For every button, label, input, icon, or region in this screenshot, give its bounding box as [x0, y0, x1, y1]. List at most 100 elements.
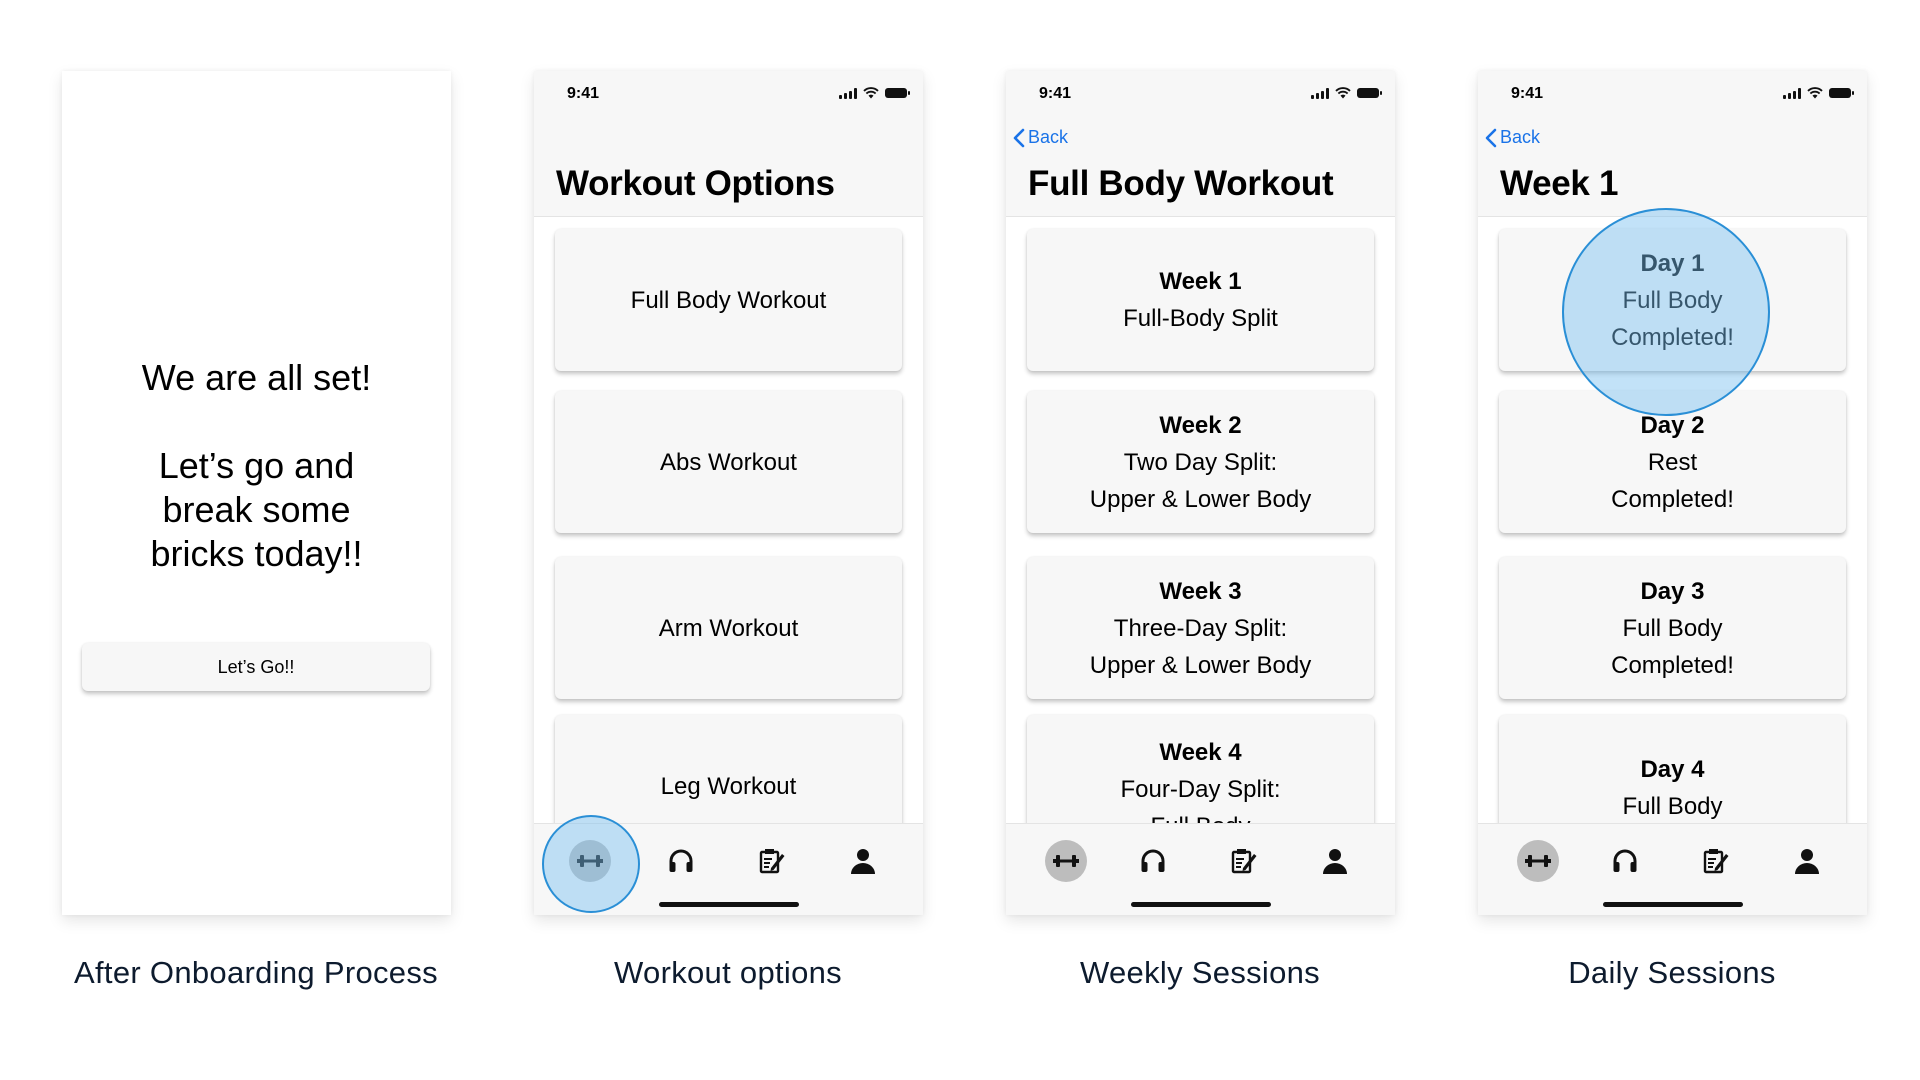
workout-list: Full Body Workout Abs Workout Arm Workou…: [534, 217, 923, 824]
tab-profile[interactable]: [1310, 836, 1360, 886]
week-card[interactable]: Week 2 Two Day Split: Upper & Lower Body: [1027, 391, 1374, 533]
dumbbell-icon: [577, 855, 603, 867]
tab-workouts[interactable]: [569, 840, 611, 882]
daily-sessions-screen: 9:41 Back Week 1 Day 1 Full Body Complet…: [1478, 71, 1867, 915]
week-card[interactable]: Week 4 Four-Day Split: Full Body: [1027, 715, 1374, 824]
page-title: Workout Options: [556, 164, 835, 203]
week-split-detail: Upper & Lower Body: [1089, 651, 1312, 679]
week-list: Week 1 Full-Body Split Week 2 Two Day Sp…: [1006, 217, 1395, 824]
tab-audio[interactable]: [656, 836, 706, 886]
workout-card-abs[interactable]: Abs Workout: [555, 391, 902, 533]
caption-weekly-sessions: Weekly Sessions: [1080, 955, 1320, 990]
week-split: Full-Body Split: [1123, 305, 1278, 332]
day-name: Day 4: [1640, 756, 1705, 783]
tab-bar: [1478, 823, 1867, 915]
battery-icon: [1357, 88, 1382, 98]
tab-log[interactable]: [1219, 836, 1269, 886]
back-button[interactable]: Back: [1013, 127, 1068, 148]
status-time: 9:41: [1039, 85, 1072, 102]
day-type: Full Body: [1622, 793, 1723, 820]
onboarding-line: bricks today!!: [150, 533, 363, 574]
week-card[interactable]: Week 3 Three-Day Split: Upper & Lower Bo…: [1027, 557, 1374, 699]
week-split-detail: Upper & Lower Body: [1089, 485, 1312, 513]
home-indicator: [1130, 902, 1271, 907]
tab-workouts[interactable]: [1517, 840, 1559, 882]
day-name: Day 2: [1640, 411, 1705, 439]
day-type: Rest: [1647, 448, 1698, 476]
week-split: Two Day Split:: [1123, 448, 1278, 476]
signal-icon: [1311, 87, 1329, 99]
week-name: Week 1: [1159, 268, 1242, 295]
day-card[interactable]: Day 1 Full Body Completed!: [1499, 229, 1846, 371]
status-time: 9:41: [1511, 85, 1544, 102]
wifi-icon: [1807, 87, 1823, 99]
tab-audio[interactable]: [1600, 836, 1650, 886]
home-indicator: [1602, 902, 1743, 907]
workout-options-screen: 9:41 Workout Options Full Body Workout A…: [534, 71, 923, 915]
lets-go-button[interactable]: Let’s Go!!: [82, 643, 430, 691]
headphones-icon: [1613, 849, 1637, 872]
tab-log[interactable]: [747, 836, 797, 886]
headphones-icon: [1141, 849, 1165, 872]
status-icons: [839, 87, 910, 99]
notepad-icon: [1703, 849, 1729, 874]
day-name: Day 3: [1640, 577, 1705, 605]
back-label: Back: [1028, 127, 1069, 147]
weekly-sessions-screen: 9:41 Back Full Body Workout Week 1 Full-…: [1006, 71, 1395, 915]
page-title: Full Body Workout: [1028, 164, 1334, 203]
day-status: Completed!: [1611, 485, 1734, 513]
chevron-left-icon: [1485, 128, 1497, 147]
workout-card-full-body[interactable]: Full Body Workout: [555, 229, 902, 371]
person-icon: [1795, 849, 1819, 874]
tab-bar: [534, 823, 923, 915]
workout-card-leg[interactable]: Leg Workout: [555, 715, 902, 824]
notepad-icon: [759, 849, 785, 874]
day-status: Completed!: [1611, 651, 1734, 679]
week-card[interactable]: Week 1 Full-Body Split: [1027, 229, 1374, 371]
onboarding-message: We are all set! Let’s go and break some …: [62, 356, 451, 576]
caption-workout-options: Workout options: [614, 955, 842, 990]
tab-bar: [1006, 823, 1395, 915]
week-name: Week 3: [1159, 577, 1242, 605]
tab-workouts[interactable]: [1045, 840, 1087, 882]
person-icon: [851, 849, 875, 874]
battery-icon: [885, 88, 910, 98]
day-type: Full Body: [1622, 614, 1723, 642]
onboarding-line: Let’s go and: [158, 445, 355, 486]
signal-icon: [1783, 87, 1801, 99]
workout-card-arm[interactable]: Arm Workout: [555, 557, 902, 699]
chevron-left-icon: [1013, 128, 1025, 147]
tab-audio[interactable]: [1128, 836, 1178, 886]
tab-profile[interactable]: [838, 836, 888, 886]
back-label: Back: [1500, 127, 1541, 147]
week-name: Week 4: [1159, 739, 1242, 766]
status-time: 9:41: [567, 85, 600, 102]
status-icons: [1311, 87, 1382, 99]
wifi-icon: [1335, 87, 1351, 99]
header: 9:41 Back Full Body Workout: [1006, 71, 1395, 217]
header: 9:41 Back Week 1: [1478, 71, 1867, 217]
day-type: Full Body: [1622, 286, 1723, 314]
home-indicator: [658, 902, 799, 907]
header: 9:41 Workout Options: [534, 71, 923, 217]
onboarding-line: break some: [162, 489, 351, 530]
day-status: Completed!: [1611, 323, 1734, 351]
wifi-icon: [863, 87, 879, 99]
day-name: Day 1: [1640, 249, 1705, 277]
week-name: Week 2: [1159, 411, 1242, 439]
dumbbell-icon: [1053, 855, 1079, 867]
day-card[interactable]: Day 2 Rest Completed!: [1499, 391, 1846, 533]
day-card[interactable]: Day 4 Full Body: [1499, 715, 1846, 824]
caption-onboarding: After Onboarding Process: [74, 955, 438, 990]
signal-icon: [839, 87, 857, 99]
status-icons: [1783, 87, 1854, 99]
tab-log[interactable]: [1691, 836, 1741, 886]
day-card[interactable]: Day 3 Full Body Completed!: [1499, 557, 1846, 699]
week-split: Four-Day Split:: [1120, 776, 1281, 803]
day-list: Day 1 Full Body Completed! Day 2 Rest Co…: [1478, 217, 1867, 824]
tab-profile[interactable]: [1782, 836, 1832, 886]
caption-daily-sessions: Daily Sessions: [1568, 955, 1776, 990]
headphones-icon: [669, 849, 693, 872]
back-button[interactable]: Back: [1485, 127, 1540, 148]
onboarding-line: We are all set!: [141, 357, 372, 398]
